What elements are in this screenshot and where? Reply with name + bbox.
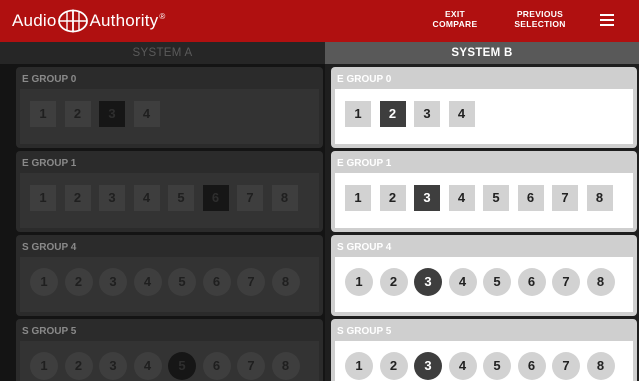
input-button-2[interactable]: 2 bbox=[64, 268, 93, 296]
group-button-row: 1234 bbox=[20, 89, 319, 144]
input-button-1[interactable]: 1 bbox=[345, 101, 371, 127]
input-button-2[interactable]: 2 bbox=[379, 185, 406, 211]
input-button-6[interactable]: 6 bbox=[202, 185, 229, 211]
input-button-7[interactable]: 7 bbox=[552, 185, 578, 211]
input-button-2[interactable]: 2 bbox=[64, 352, 93, 380]
input-button-6[interactable]: 6 bbox=[202, 352, 231, 380]
input-button-3[interactable]: 3 bbox=[99, 352, 127, 380]
input-button-5[interactable]: 5 bbox=[168, 185, 194, 211]
input-button-8[interactable]: 8 bbox=[271, 352, 300, 380]
group-title: E GROUP 1 bbox=[337, 158, 392, 169]
input-button-4[interactable]: 4 bbox=[448, 352, 477, 380]
input-group-panel: E GROUP 0 1234 bbox=[16, 67, 323, 148]
input-group-panel: S GROUP 5 12345678 bbox=[16, 319, 323, 381]
input-button-8[interactable]: 8 bbox=[586, 185, 613, 211]
input-button-5[interactable]: 5 bbox=[483, 352, 511, 380]
input-button-3[interactable]: 3 bbox=[99, 101, 125, 127]
input-button-1[interactable]: 1 bbox=[30, 101, 56, 127]
input-button-5[interactable]: 5 bbox=[168, 352, 196, 380]
input-button-3[interactable]: 3 bbox=[414, 101, 440, 127]
group-title: S GROUP 5 bbox=[337, 326, 392, 337]
input-button-4[interactable]: 4 bbox=[448, 268, 477, 296]
input-button-1[interactable]: 1 bbox=[345, 268, 373, 296]
system-a-group-list: E GROUP 01234E GROUP 112345678S GROUP 41… bbox=[0, 0, 325, 381]
system-b-group-list: E GROUP 01234E GROUP 112345678S GROUP 41… bbox=[325, 0, 639, 381]
input-button-5[interactable]: 5 bbox=[483, 185, 509, 211]
input-button-6[interactable]: 6 bbox=[517, 352, 546, 380]
group-button-row: 12345678 bbox=[335, 257, 633, 312]
group-title: S GROUP 4 bbox=[337, 242, 392, 253]
input-button-7[interactable]: 7 bbox=[237, 268, 265, 296]
group-title: S GROUP 4 bbox=[22, 242, 77, 253]
group-title: S GROUP 5 bbox=[22, 326, 77, 337]
group-button-row: 12345678 bbox=[335, 173, 633, 228]
input-button-2[interactable]: 2 bbox=[379, 352, 408, 380]
input-button-7[interactable]: 7 bbox=[552, 268, 580, 296]
input-button-4[interactable]: 4 bbox=[133, 185, 160, 211]
input-button-3[interactable]: 3 bbox=[414, 352, 442, 380]
input-button-2[interactable]: 2 bbox=[379, 101, 406, 127]
group-title: E GROUP 0 bbox=[22, 74, 77, 85]
input-group-panel: E GROUP 0 1234 bbox=[331, 67, 637, 148]
group-button-row: 12345678 bbox=[20, 341, 319, 381]
input-button-7[interactable]: 7 bbox=[552, 352, 580, 380]
input-button-3[interactable]: 3 bbox=[414, 185, 440, 211]
input-button-4[interactable]: 4 bbox=[133, 268, 162, 296]
input-button-6[interactable]: 6 bbox=[517, 268, 546, 296]
input-button-2[interactable]: 2 bbox=[379, 268, 408, 296]
input-button-3[interactable]: 3 bbox=[99, 268, 127, 296]
input-button-4[interactable]: 4 bbox=[133, 352, 162, 380]
input-button-6[interactable]: 6 bbox=[202, 268, 231, 296]
group-button-row: 12345678 bbox=[20, 257, 319, 312]
input-button-8[interactable]: 8 bbox=[586, 268, 615, 296]
input-button-3[interactable]: 3 bbox=[414, 268, 442, 296]
input-button-5[interactable]: 5 bbox=[168, 268, 196, 296]
group-title: E GROUP 1 bbox=[22, 158, 77, 169]
input-button-4[interactable]: 4 bbox=[133, 101, 160, 127]
input-button-1[interactable]: 1 bbox=[30, 185, 56, 211]
input-button-1[interactable]: 1 bbox=[345, 352, 373, 380]
input-button-2[interactable]: 2 bbox=[64, 185, 91, 211]
input-button-8[interactable]: 8 bbox=[586, 352, 615, 380]
input-button-6[interactable]: 6 bbox=[517, 185, 544, 211]
input-button-2[interactable]: 2 bbox=[64, 101, 91, 127]
group-button-row: 12345678 bbox=[335, 341, 633, 381]
input-group-panel: E GROUP 1 12345678 bbox=[331, 151, 637, 232]
input-button-8[interactable]: 8 bbox=[271, 185, 298, 211]
input-group-panel: S GROUP 4 12345678 bbox=[331, 235, 637, 316]
input-button-1[interactable]: 1 bbox=[345, 185, 371, 211]
group-title: E GROUP 0 bbox=[337, 74, 392, 85]
input-group-panel: S GROUP 5 12345678 bbox=[331, 319, 637, 381]
input-group-panel: E GROUP 1 12345678 bbox=[16, 151, 323, 232]
input-group-panel: S GROUP 4 12345678 bbox=[16, 235, 323, 316]
input-button-3[interactable]: 3 bbox=[99, 185, 125, 211]
input-button-7[interactable]: 7 bbox=[237, 185, 263, 211]
input-button-1[interactable]: 1 bbox=[30, 352, 58, 380]
input-button-5[interactable]: 5 bbox=[483, 268, 511, 296]
input-button-4[interactable]: 4 bbox=[448, 185, 475, 211]
input-button-4[interactable]: 4 bbox=[448, 101, 475, 127]
input-button-1[interactable]: 1 bbox=[30, 268, 58, 296]
group-button-row: 12345678 bbox=[20, 173, 319, 228]
input-button-7[interactable]: 7 bbox=[237, 352, 265, 380]
group-button-row: 1234 bbox=[335, 89, 633, 144]
input-button-8[interactable]: 8 bbox=[271, 268, 300, 296]
